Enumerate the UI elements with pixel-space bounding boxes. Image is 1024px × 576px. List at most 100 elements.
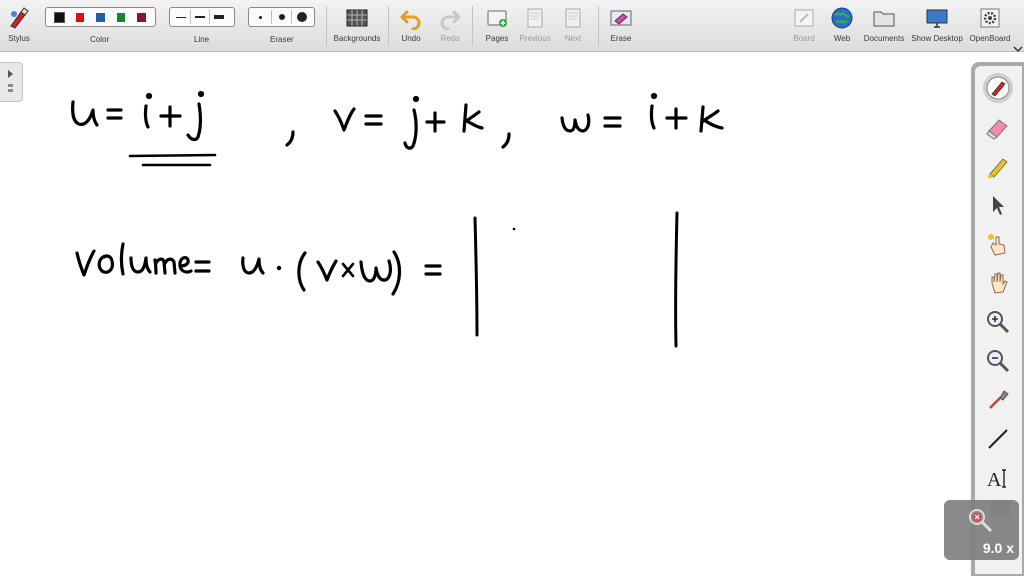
next-page-icon — [565, 8, 581, 28]
ink-stroke — [106, 108, 123, 120]
folder-icon — [873, 11, 895, 27]
undo-label: Undo — [401, 34, 421, 43]
color-picker — [45, 7, 156, 27]
ink-stroke — [241, 256, 265, 275]
ink-stroke — [665, 107, 688, 130]
zoom-out-tool[interactable] — [983, 346, 1013, 376]
toolbar-separator — [326, 6, 327, 46]
pages-button[interactable]: Pages — [482, 0, 512, 50]
backgrounds-grid-icon — [346, 9, 368, 27]
eraser-medium-option[interactable] — [272, 10, 293, 24]
text-tool[interactable]: A — [983, 463, 1013, 493]
capture-tool[interactable] — [983, 385, 1013, 415]
eraser-icon — [986, 119, 1008, 140]
ink-stroke — [501, 132, 511, 149]
undo-button[interactable]: Undo — [397, 0, 425, 50]
undo-arrow-icon — [400, 10, 421, 30]
ink-stroke — [359, 259, 392, 283]
ink-stroke — [560, 113, 591, 133]
selector-tool[interactable] — [983, 190, 1013, 220]
previous-page-button[interactable]: Previous — [517, 0, 553, 50]
ink-stroke — [129, 256, 152, 274]
ink-stroke — [71, 100, 99, 127]
erase-label: Erase — [610, 34, 632, 43]
eraser-label: Eraser — [270, 35, 294, 44]
ink-stroke — [128, 153, 217, 158]
ink-stroke — [424, 264, 442, 276]
ink-stroke — [297, 251, 307, 292]
pen-tool[interactable] — [983, 73, 1013, 103]
zoom-magnifier-icon — [969, 509, 993, 533]
erase-board-icon — [610, 10, 632, 26]
eraser-small-option[interactable] — [251, 10, 272, 24]
ink-stroke — [194, 260, 211, 273]
color-swatch-green[interactable] — [116, 12, 126, 22]
zoom-level-text: 9.0 x — [982, 540, 1014, 556]
redo-button[interactable]: Redo — [436, 0, 464, 50]
line-width-picker — [169, 7, 235, 27]
ink-stroke — [285, 130, 295, 147]
toolbar-separator — [598, 6, 599, 46]
tool-dock-panel: A — [975, 66, 1022, 574]
window-menu-button[interactable] — [1013, 40, 1023, 53]
ink-stroke — [473, 216, 479, 337]
ink-stroke — [462, 103, 484, 133]
documents-button[interactable]: Documents — [862, 0, 906, 50]
ink-stroke — [143, 104, 150, 129]
ink-stroke — [391, 250, 402, 296]
show-desktop-button[interactable]: Show Desktop — [909, 0, 965, 50]
color-swatch-red[interactable] — [75, 12, 85, 22]
ink-stroke — [316, 259, 338, 282]
next-page-button[interactable]: Next — [558, 0, 588, 50]
whiteboard-canvas[interactable] — [0, 52, 970, 576]
ink-stroke — [186, 102, 202, 142]
main-toolbar: Stylus Color Line Eraser Backgrounds Und — [0, 0, 1024, 53]
highlighter-tool[interactable] — [983, 151, 1013, 181]
previous-page-icon — [527, 8, 543, 28]
stylus-label: Stylus — [8, 34, 30, 43]
line-thick-option[interactable] — [210, 10, 228, 24]
add-page-icon — [487, 10, 507, 27]
eraser-tool[interactable] — [983, 112, 1013, 142]
interact-tool[interactable] — [983, 229, 1013, 259]
ink-stroke — [603, 116, 622, 128]
color-swatch-maroon[interactable] — [137, 12, 146, 22]
redo-label: Redo — [440, 34, 460, 43]
show-desktop-label: Show Desktop — [911, 34, 963, 43]
zoom-in-tool[interactable] — [983, 307, 1013, 337]
next-label: Next — [564, 34, 582, 43]
board-icon — [794, 9, 814, 27]
line-tool[interactable] — [983, 424, 1013, 454]
redo-arrow-icon — [440, 10, 461, 30]
line-medium-option[interactable] — [191, 10, 210, 24]
hand-tool[interactable] — [983, 268, 1013, 298]
previous-label: Previous — [519, 34, 551, 43]
board-button[interactable]: Board — [789, 0, 819, 50]
web-button[interactable]: Web — [827, 0, 857, 50]
line-thin-option[interactable] — [172, 10, 191, 24]
openboard-button[interactable]: OpenBoard — [967, 0, 1013, 50]
ink-stroke — [341, 262, 355, 278]
eraser-large-option[interactable] — [292, 10, 312, 24]
erase-button[interactable]: Erase — [606, 0, 636, 50]
documents-label: Documents — [863, 34, 905, 43]
backgrounds-button[interactable]: Backgrounds — [332, 0, 382, 50]
svg-text:A: A — [987, 469, 1002, 491]
hand-icon — [991, 272, 1008, 294]
globe-icon — [831, 7, 853, 29]
laser-pointer-icon — [988, 234, 1006, 256]
ink-stroke — [364, 114, 383, 126]
stylus-button[interactable]: Stylus — [4, 0, 34, 50]
color-swatch-blue[interactable] — [96, 12, 105, 22]
ink-stroke — [333, 107, 356, 132]
pointer-icon — [993, 196, 1004, 215]
chevron-down-icon — [1013, 46, 1023, 53]
color-swatch-black[interactable] — [54, 11, 65, 23]
ink-stroke — [119, 242, 125, 276]
pages-label: Pages — [485, 34, 509, 43]
gear-icon — [980, 8, 1000, 28]
line-label: Line — [194, 35, 210, 44]
tool-dock: A — [971, 62, 1024, 576]
ink-stroke — [97, 254, 114, 274]
zoom-out-icon — [987, 350, 1010, 373]
